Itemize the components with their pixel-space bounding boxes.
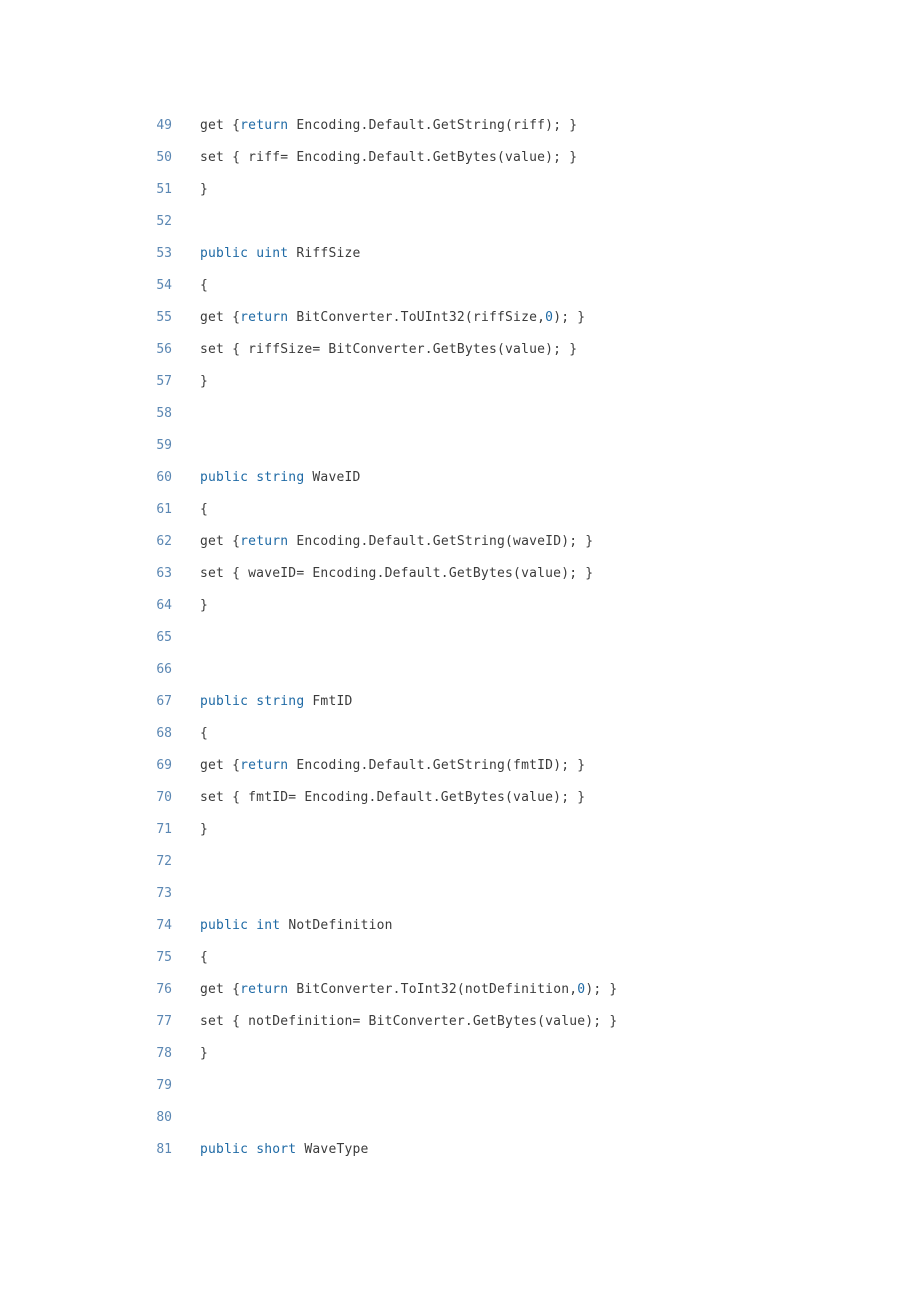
code-text: set { riffSize= BitConverter.GetBytes(va… bbox=[200, 334, 577, 366]
code-line: 72 bbox=[0, 846, 920, 878]
code-line: 81public short WaveType bbox=[0, 1134, 920, 1166]
line-number: 49 bbox=[0, 110, 200, 142]
code-line: 80 bbox=[0, 1102, 920, 1134]
code-text: public short WaveType bbox=[200, 1134, 369, 1166]
code-line: 79 bbox=[0, 1070, 920, 1102]
line-number: 77 bbox=[0, 1006, 200, 1038]
code-line: 78} bbox=[0, 1038, 920, 1070]
code-line: 66 bbox=[0, 654, 920, 686]
line-number: 66 bbox=[0, 654, 200, 686]
line-number: 58 bbox=[0, 398, 200, 430]
code-line: 68{ bbox=[0, 718, 920, 750]
code-text: } bbox=[200, 590, 208, 622]
code-line: 53public uint RiffSize bbox=[0, 238, 920, 270]
code-line: 69get {return Encoding.Default.GetString… bbox=[0, 750, 920, 782]
code-block: 49get {return Encoding.Default.GetString… bbox=[0, 110, 920, 1166]
line-number: 74 bbox=[0, 910, 200, 942]
code-text: get {return BitConverter.ToInt32(notDefi… bbox=[200, 974, 617, 1006]
code-line: 77set { notDefinition= BitConverter.GetB… bbox=[0, 1006, 920, 1038]
code-line: 65 bbox=[0, 622, 920, 654]
code-text: public uint RiffSize bbox=[200, 238, 361, 270]
code-line: 67public string FmtID bbox=[0, 686, 920, 718]
code-line: 61{ bbox=[0, 494, 920, 526]
line-number: 80 bbox=[0, 1102, 200, 1134]
code-line: 51} bbox=[0, 174, 920, 206]
code-text: get {return Encoding.Default.GetString(f… bbox=[200, 750, 585, 782]
line-number: 69 bbox=[0, 750, 200, 782]
code-text: { bbox=[200, 942, 208, 974]
code-text: { bbox=[200, 718, 208, 750]
line-number: 71 bbox=[0, 814, 200, 846]
code-text: { bbox=[200, 494, 208, 526]
code-line: 56set { riffSize= BitConverter.GetBytes(… bbox=[0, 334, 920, 366]
code-line: 63set { waveID= Encoding.Default.GetByte… bbox=[0, 558, 920, 590]
code-text: set { notDefinition= BitConverter.GetByt… bbox=[200, 1006, 617, 1038]
code-line: 76get {return BitConverter.ToInt32(notDe… bbox=[0, 974, 920, 1006]
code-text: set { riff= Encoding.Default.GetBytes(va… bbox=[200, 142, 577, 174]
line-number: 73 bbox=[0, 878, 200, 910]
code-line: 71} bbox=[0, 814, 920, 846]
code-text: get {return Encoding.Default.GetString(r… bbox=[200, 110, 577, 142]
code-text: } bbox=[200, 366, 208, 398]
line-number: 78 bbox=[0, 1038, 200, 1070]
line-number: 50 bbox=[0, 142, 200, 174]
code-line: 60public string WaveID bbox=[0, 462, 920, 494]
line-number: 60 bbox=[0, 462, 200, 494]
line-number: 59 bbox=[0, 430, 200, 462]
code-line: 54{ bbox=[0, 270, 920, 302]
code-line: 64} bbox=[0, 590, 920, 622]
code-line: 75{ bbox=[0, 942, 920, 974]
line-number: 76 bbox=[0, 974, 200, 1006]
line-number: 79 bbox=[0, 1070, 200, 1102]
line-number: 72 bbox=[0, 846, 200, 878]
code-text: set { fmtID= Encoding.Default.GetBytes(v… bbox=[200, 782, 585, 814]
code-text: public string WaveID bbox=[200, 462, 361, 494]
line-number: 53 bbox=[0, 238, 200, 270]
code-page: 49get {return Encoding.Default.GetString… bbox=[0, 0, 920, 1286]
line-number: 54 bbox=[0, 270, 200, 302]
code-line: 50set { riff= Encoding.Default.GetBytes(… bbox=[0, 142, 920, 174]
code-line: 62get {return Encoding.Default.GetString… bbox=[0, 526, 920, 558]
code-text: { bbox=[200, 270, 208, 302]
line-number: 65 bbox=[0, 622, 200, 654]
code-text: public string FmtID bbox=[200, 686, 353, 718]
code-text: get {return BitConverter.ToUInt32(riffSi… bbox=[200, 302, 585, 334]
code-line: 55get {return BitConverter.ToUInt32(riff… bbox=[0, 302, 920, 334]
line-number: 67 bbox=[0, 686, 200, 718]
line-number: 81 bbox=[0, 1134, 200, 1166]
code-line: 70set { fmtID= Encoding.Default.GetBytes… bbox=[0, 782, 920, 814]
line-number: 51 bbox=[0, 174, 200, 206]
line-number: 75 bbox=[0, 942, 200, 974]
line-number: 68 bbox=[0, 718, 200, 750]
line-number: 55 bbox=[0, 302, 200, 334]
code-text: } bbox=[200, 174, 208, 206]
code-line: 58 bbox=[0, 398, 920, 430]
line-number: 70 bbox=[0, 782, 200, 814]
code-line: 52 bbox=[0, 206, 920, 238]
code-text: } bbox=[200, 814, 208, 846]
line-number: 64 bbox=[0, 590, 200, 622]
code-line: 57} bbox=[0, 366, 920, 398]
line-number: 57 bbox=[0, 366, 200, 398]
code-line: 74public int NotDefinition bbox=[0, 910, 920, 942]
line-number: 52 bbox=[0, 206, 200, 238]
line-number: 63 bbox=[0, 558, 200, 590]
code-text: set { waveID= Encoding.Default.GetBytes(… bbox=[200, 558, 593, 590]
code-line: 73 bbox=[0, 878, 920, 910]
code-text: get {return Encoding.Default.GetString(w… bbox=[200, 526, 593, 558]
line-number: 61 bbox=[0, 494, 200, 526]
code-line: 59 bbox=[0, 430, 920, 462]
code-text: } bbox=[200, 1038, 208, 1070]
code-text: public int NotDefinition bbox=[200, 910, 393, 942]
code-line: 49get {return Encoding.Default.GetString… bbox=[0, 110, 920, 142]
line-number: 62 bbox=[0, 526, 200, 558]
line-number: 56 bbox=[0, 334, 200, 366]
